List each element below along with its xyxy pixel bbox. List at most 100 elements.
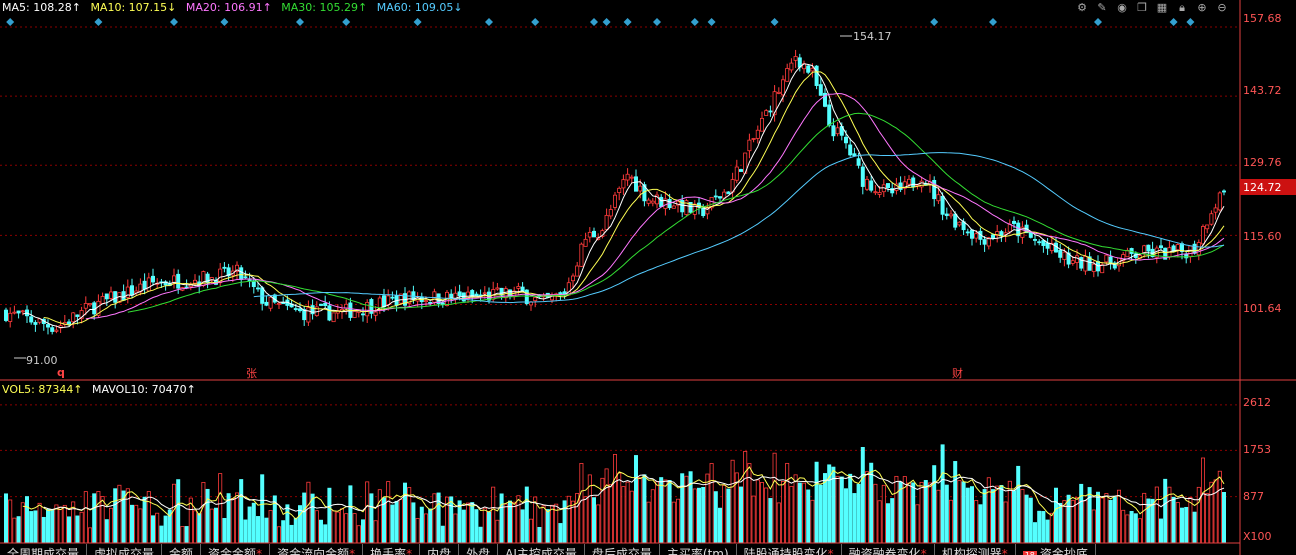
volume-bar	[785, 462, 790, 544]
lock-icon[interactable]: 🔒︎	[1174, 0, 1190, 16]
volume-bar	[243, 519, 248, 544]
event-label: q	[57, 366, 65, 379]
settings-icon[interactable]: ⚙	[1074, 0, 1090, 16]
volume-bar	[163, 515, 168, 544]
volume-bar	[428, 508, 433, 544]
candle-body	[982, 239, 987, 245]
volume-bar	[957, 480, 962, 544]
indicator-tab[interactable]: 资金抄底	[1016, 544, 1096, 555]
volume-bar	[398, 498, 403, 544]
volume-bar	[1180, 507, 1185, 544]
candle-body	[1028, 231, 1033, 238]
volume-bar	[344, 513, 349, 544]
indicator-tab[interactable]: 主买率(tm)	[660, 544, 737, 555]
candle-body	[1192, 243, 1197, 254]
volume-bar	[844, 488, 849, 544]
volume-bar	[314, 510, 319, 544]
signal-diamond	[531, 18, 540, 26]
candle-body	[192, 279, 197, 284]
candle-body	[381, 295, 386, 307]
volume-bar	[923, 480, 928, 544]
signal-diamond	[989, 18, 997, 26]
volume-bar	[230, 498, 235, 544]
volume-bar	[1159, 518, 1164, 544]
volume-bar	[629, 490, 634, 544]
candle-body	[529, 301, 534, 306]
candle-body	[646, 199, 651, 204]
indicator-tab[interactable]: 资金金额	[201, 544, 271, 555]
volume-bar	[1209, 481, 1214, 544]
volume-bar	[100, 496, 105, 544]
volume-bar	[67, 516, 72, 544]
signal-diamond	[485, 18, 493, 26]
indicator-tab[interactable]: 机构探测器	[935, 544, 1016, 555]
candle-body	[965, 231, 970, 234]
candle-body	[592, 230, 597, 238]
candle-body	[856, 158, 861, 166]
volume-bar	[701, 486, 706, 544]
volume-bar	[697, 487, 702, 544]
volume-bar	[209, 508, 214, 544]
volume-bar	[1020, 488, 1025, 544]
indicator-tab[interactable]: AI主控成交量	[498, 544, 585, 555]
volume-unit: X100	[1243, 530, 1272, 543]
candle-body	[75, 314, 80, 317]
indicator-tab[interactable]: 融资融券变化	[842, 544, 935, 555]
volume-bar	[302, 492, 307, 544]
copy-icon[interactable]: ❐	[1134, 0, 1150, 16]
candle-body	[142, 280, 147, 290]
volume-bar	[730, 459, 735, 544]
volume-bar	[1121, 509, 1126, 544]
candle-body	[579, 243, 584, 267]
indicator-tab[interactable]: 全周期成交量	[0, 544, 88, 555]
candle-body	[806, 65, 811, 73]
volume-bar	[159, 525, 164, 544]
indicator-tab[interactable]: 外盘	[459, 544, 499, 555]
volume-bar	[499, 493, 504, 544]
volume-bar	[621, 486, 626, 544]
volume-bar	[482, 507, 487, 544]
volume-bar	[104, 519, 109, 544]
volume-bar	[12, 517, 17, 544]
calendar-icon[interactable]: ▦	[1154, 0, 1170, 16]
edit-icon[interactable]: ✎	[1094, 0, 1110, 16]
volume-bar	[146, 491, 151, 544]
indicator-tab[interactable]: 内盘	[420, 544, 460, 555]
volume-bar	[356, 525, 361, 544]
volume-bar	[1033, 522, 1038, 544]
price-tick: 143.72	[1243, 84, 1282, 97]
signal-diamond	[6, 18, 15, 26]
volume-bar	[856, 483, 861, 544]
volume-bar	[739, 486, 744, 544]
zoom-out-icon[interactable]: ⊖	[1214, 0, 1230, 16]
volume-bar	[331, 510, 336, 544]
volume-bar	[92, 493, 97, 544]
indicator-tab[interactable]: 虚拟成交量	[87, 544, 163, 555]
volume-bar	[848, 473, 853, 544]
volume-bar	[285, 504, 290, 544]
volume-bar	[1146, 498, 1151, 544]
kline-chart[interactable]: 157.68 143.72 129.76 115.60 101.64 124.7…	[0, 0, 1296, 555]
price-tick: 157.68	[1243, 12, 1282, 25]
indicator-tab[interactable]: 资金流向金额	[270, 544, 364, 555]
volume-bar	[180, 526, 185, 544]
indicator-tab[interactable]: 陆股通持股变化	[737, 544, 842, 555]
zoom-in-icon[interactable]: ⊕	[1194, 0, 1210, 16]
volume-bar	[486, 511, 491, 544]
candle-body	[898, 182, 903, 190]
signal-diamond	[220, 18, 229, 26]
signal-diamond	[170, 18, 178, 26]
candle-body	[949, 213, 954, 217]
indicator-tab[interactable]: 金额	[162, 544, 202, 555]
candle-body	[1012, 220, 1017, 224]
candle-body	[390, 296, 395, 299]
candle-body	[747, 139, 752, 152]
eye-icon[interactable]: ◉	[1114, 0, 1130, 16]
indicator-tab[interactable]: 换手率	[363, 544, 421, 555]
volume-bar	[83, 491, 88, 544]
indicator-tab[interactable]: 盘后成交量	[585, 544, 660, 555]
candle-body	[810, 67, 815, 72]
volume-bar	[1154, 486, 1159, 544]
candle-body	[1201, 226, 1206, 245]
volume-bar	[709, 463, 714, 544]
